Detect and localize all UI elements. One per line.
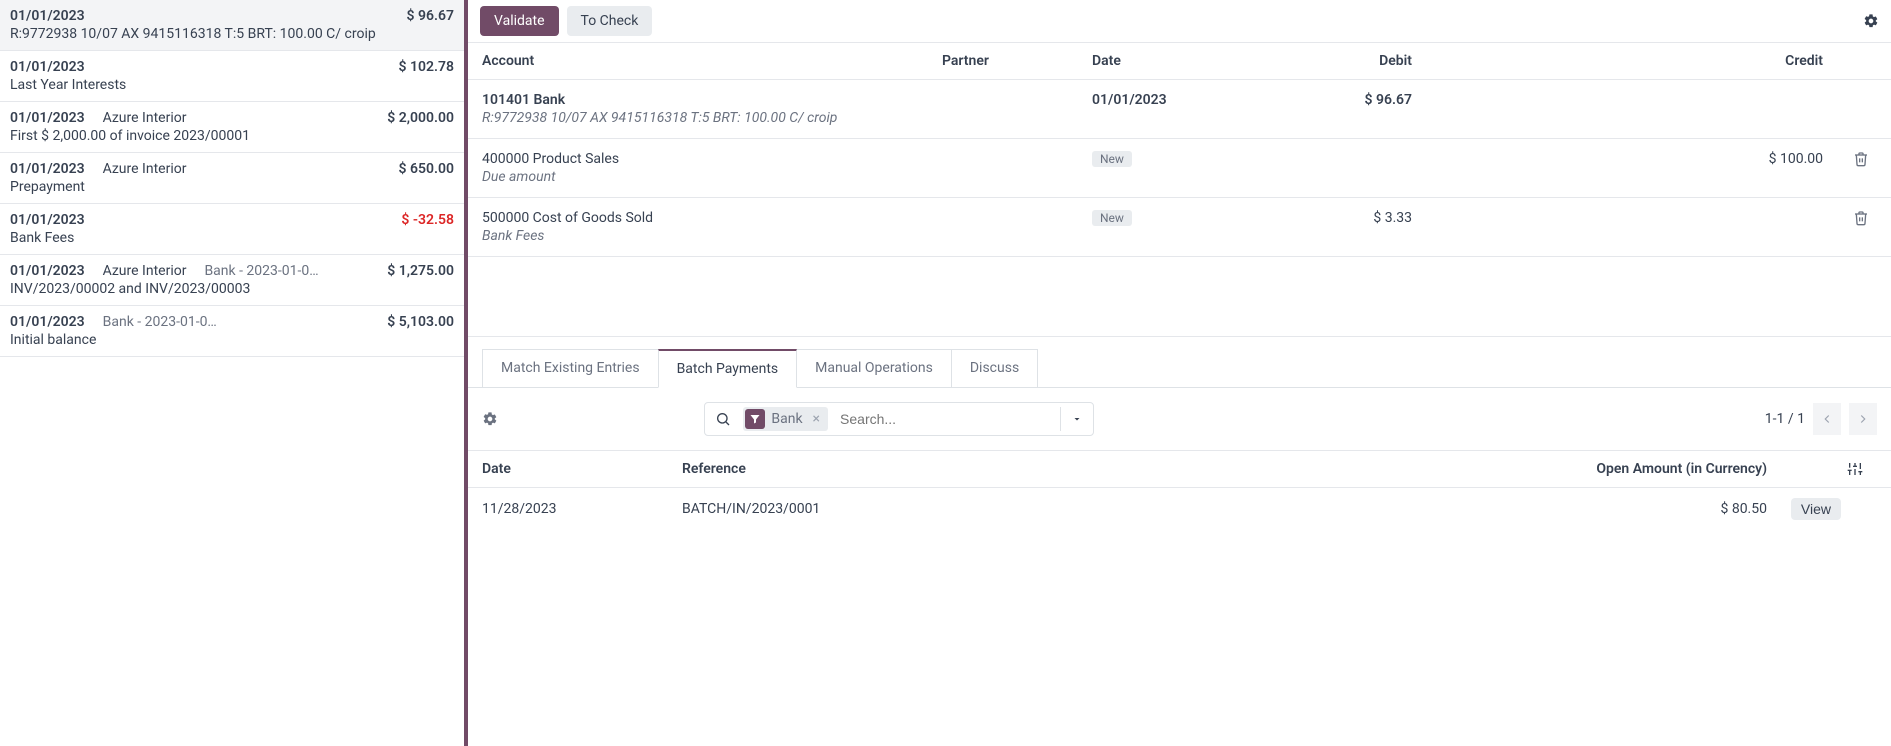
gear-icon[interactable]	[482, 411, 498, 427]
filter-chip-label: Bank	[767, 411, 806, 427]
pager-prev-button[interactable]	[1813, 403, 1841, 435]
statement-date: 01/01/2023	[10, 212, 85, 228]
statement-description: Initial balance	[10, 332, 454, 348]
close-icon[interactable]: ×	[809, 411, 824, 427]
statement-date: 01/01/2023	[10, 59, 85, 75]
statement-item[interactable]: 01/01/2023 $ 96.67 R:9772938 10/07 AX 9415…	[0, 0, 464, 51]
statement-date: 01/01/2023	[10, 161, 85, 177]
chevron-down-icon[interactable]	[1060, 407, 1093, 431]
validate-button[interactable]: Validate	[480, 6, 559, 36]
col-date: Date	[1092, 53, 1222, 69]
statement-amount: $ 1,275.00	[387, 263, 454, 279]
to-check-button[interactable]: To Check	[567, 6, 653, 36]
tab-discuss[interactable]: Discuss	[951, 349, 1038, 388]
statement-batch: Bank - 2023-01-0…	[103, 314, 217, 330]
search-box: Bank ×	[704, 402, 1094, 436]
trash-icon[interactable]	[1853, 210, 1877, 226]
statement-amount: $ 650.00	[399, 161, 454, 177]
statement-partner: Azure Interior	[103, 161, 187, 177]
search-icon[interactable]	[705, 405, 741, 433]
batch-header: Date Reference Open Amount (in Currency)	[468, 450, 1891, 488]
batch-reference: BATCH/IN/2023/0001	[682, 501, 1507, 517]
line-account: 101401 Bank	[482, 92, 942, 108]
line-credit: $ 100.00	[1412, 151, 1853, 167]
tab-batch-payments[interactable]: Batch Payments	[658, 349, 798, 388]
line-debit: $ 3.33	[1222, 210, 1412, 226]
statement-item[interactable]: 01/01/2023 Azure Interior Bank - 2023-01-0…	[0, 255, 464, 306]
col-account: Account	[482, 53, 942, 69]
statement-description: First $ 2,000.00 of invoice 2023/00001	[10, 128, 454, 144]
statement-item[interactable]: 01/01/2023 $ 102.78 Last Year Interests	[0, 51, 464, 102]
statement-item[interactable]: 01/01/2023 Bank - 2023-01-0… $ 5,103.00 Ini…	[0, 306, 464, 357]
search-input[interactable]	[830, 405, 1060, 433]
batch-open-amount: $ 80.50	[1507, 501, 1767, 517]
statement-description: Prepayment	[10, 179, 454, 195]
statement-date: 01/01/2023	[10, 8, 85, 24]
pager-next-button[interactable]	[1849, 403, 1877, 435]
batch-date: 11/28/2023	[482, 501, 682, 517]
line-row[interactable]: 400000 Product Sales Due amount New $ 100.0…	[468, 139, 1891, 198]
filter-icon	[745, 409, 765, 429]
statement-date: 01/01/2023	[10, 110, 85, 126]
batch-col-open-amount: Open Amount (in Currency)	[1507, 461, 1767, 477]
statement-partner: Azure Interior	[103, 263, 187, 279]
statement-date: 01/01/2023	[10, 314, 85, 330]
trash-icon[interactable]	[1853, 151, 1877, 167]
batch-row[interactable]: 11/28/2023BATCH/IN/2023/0001$ 80.50 View	[468, 488, 1891, 530]
col-credit: Credit	[1412, 53, 1853, 69]
col-debit: Debit	[1222, 53, 1412, 69]
toolbar: Validate To Check	[468, 0, 1891, 43]
line-account: 400000 Product Sales	[482, 151, 942, 167]
col-partner: Partner	[942, 53, 1092, 69]
statement-partner: Azure Interior	[103, 110, 187, 126]
view-button[interactable]: View	[1791, 498, 1841, 520]
statement-item[interactable]: 01/01/2023 Azure Interior $ 650.00 Prepayme…	[0, 153, 464, 204]
line-label: R:9772938 10/07 AX 9415116318 T:5 BRT: 1…	[482, 110, 942, 126]
line-account: 500000 Cost of Goods Sold	[482, 210, 942, 226]
lines-header: Account Partner Date Debit Credit	[468, 43, 1891, 80]
statement-description: Bank Fees	[10, 230, 454, 246]
statement-amount: $ 102.78	[399, 59, 454, 75]
pager-text: 1-1 / 1	[1765, 411, 1805, 427]
statement-item[interactable]: 01/01/2023 Azure Interior $ 2,000.00 First …	[0, 102, 464, 153]
line-label: Bank Fees	[482, 228, 942, 244]
line-row[interactable]: 101401 Bank R:9772938 10/07 AX 9415116318…	[468, 80, 1891, 139]
statement-description: Last Year Interests	[10, 77, 454, 93]
reconciliation-detail: Validate To Check Account Partner Date D…	[468, 0, 1891, 746]
statement-batch: Bank - 2023-01-0…	[204, 263, 318, 279]
line-label: Due amount	[482, 169, 942, 185]
statement-amount: $ 5,103.00	[387, 314, 454, 330]
line-row[interactable]: 500000 Cost of Goods Sold Bank Fees New $ 3…	[468, 198, 1891, 257]
batch-col-date: Date	[482, 461, 682, 477]
tabs: Match Existing Entries Batch Payments Ma…	[482, 349, 1877, 388]
new-badge: New	[1092, 210, 1132, 226]
statement-amount: $ 2,000.00	[387, 110, 454, 126]
statement-description: R:9772938 10/07 AX 9415116318 T:5 BRT: 1…	[10, 26, 454, 42]
statement-item[interactable]: 01/01/2023 $ -32.58 Bank Fees	[0, 204, 464, 255]
tab-match-existing[interactable]: Match Existing Entries	[482, 349, 659, 388]
statement-list: 01/01/2023 $ 96.67 R:9772938 10/07 AX 9415…	[0, 0, 468, 746]
statement-amount: $ -32.58	[401, 212, 454, 228]
batch-col-reference: Reference	[682, 461, 1507, 477]
statement-description: INV/2023/00002 and INV/2023/00003	[10, 281, 454, 297]
new-badge: New	[1092, 151, 1132, 167]
tab-manual-operations[interactable]: Manual Operations	[796, 349, 952, 388]
line-date: 01/01/2023	[1092, 92, 1222, 108]
statement-amount: $ 96.67	[407, 8, 454, 24]
sliders-icon[interactable]	[1847, 461, 1877, 477]
line-debit: $ 96.67	[1222, 92, 1412, 108]
gear-icon[interactable]	[1863, 13, 1879, 29]
filter-chip-bank: Bank ×	[743, 407, 828, 431]
statement-date: 01/01/2023	[10, 263, 85, 279]
